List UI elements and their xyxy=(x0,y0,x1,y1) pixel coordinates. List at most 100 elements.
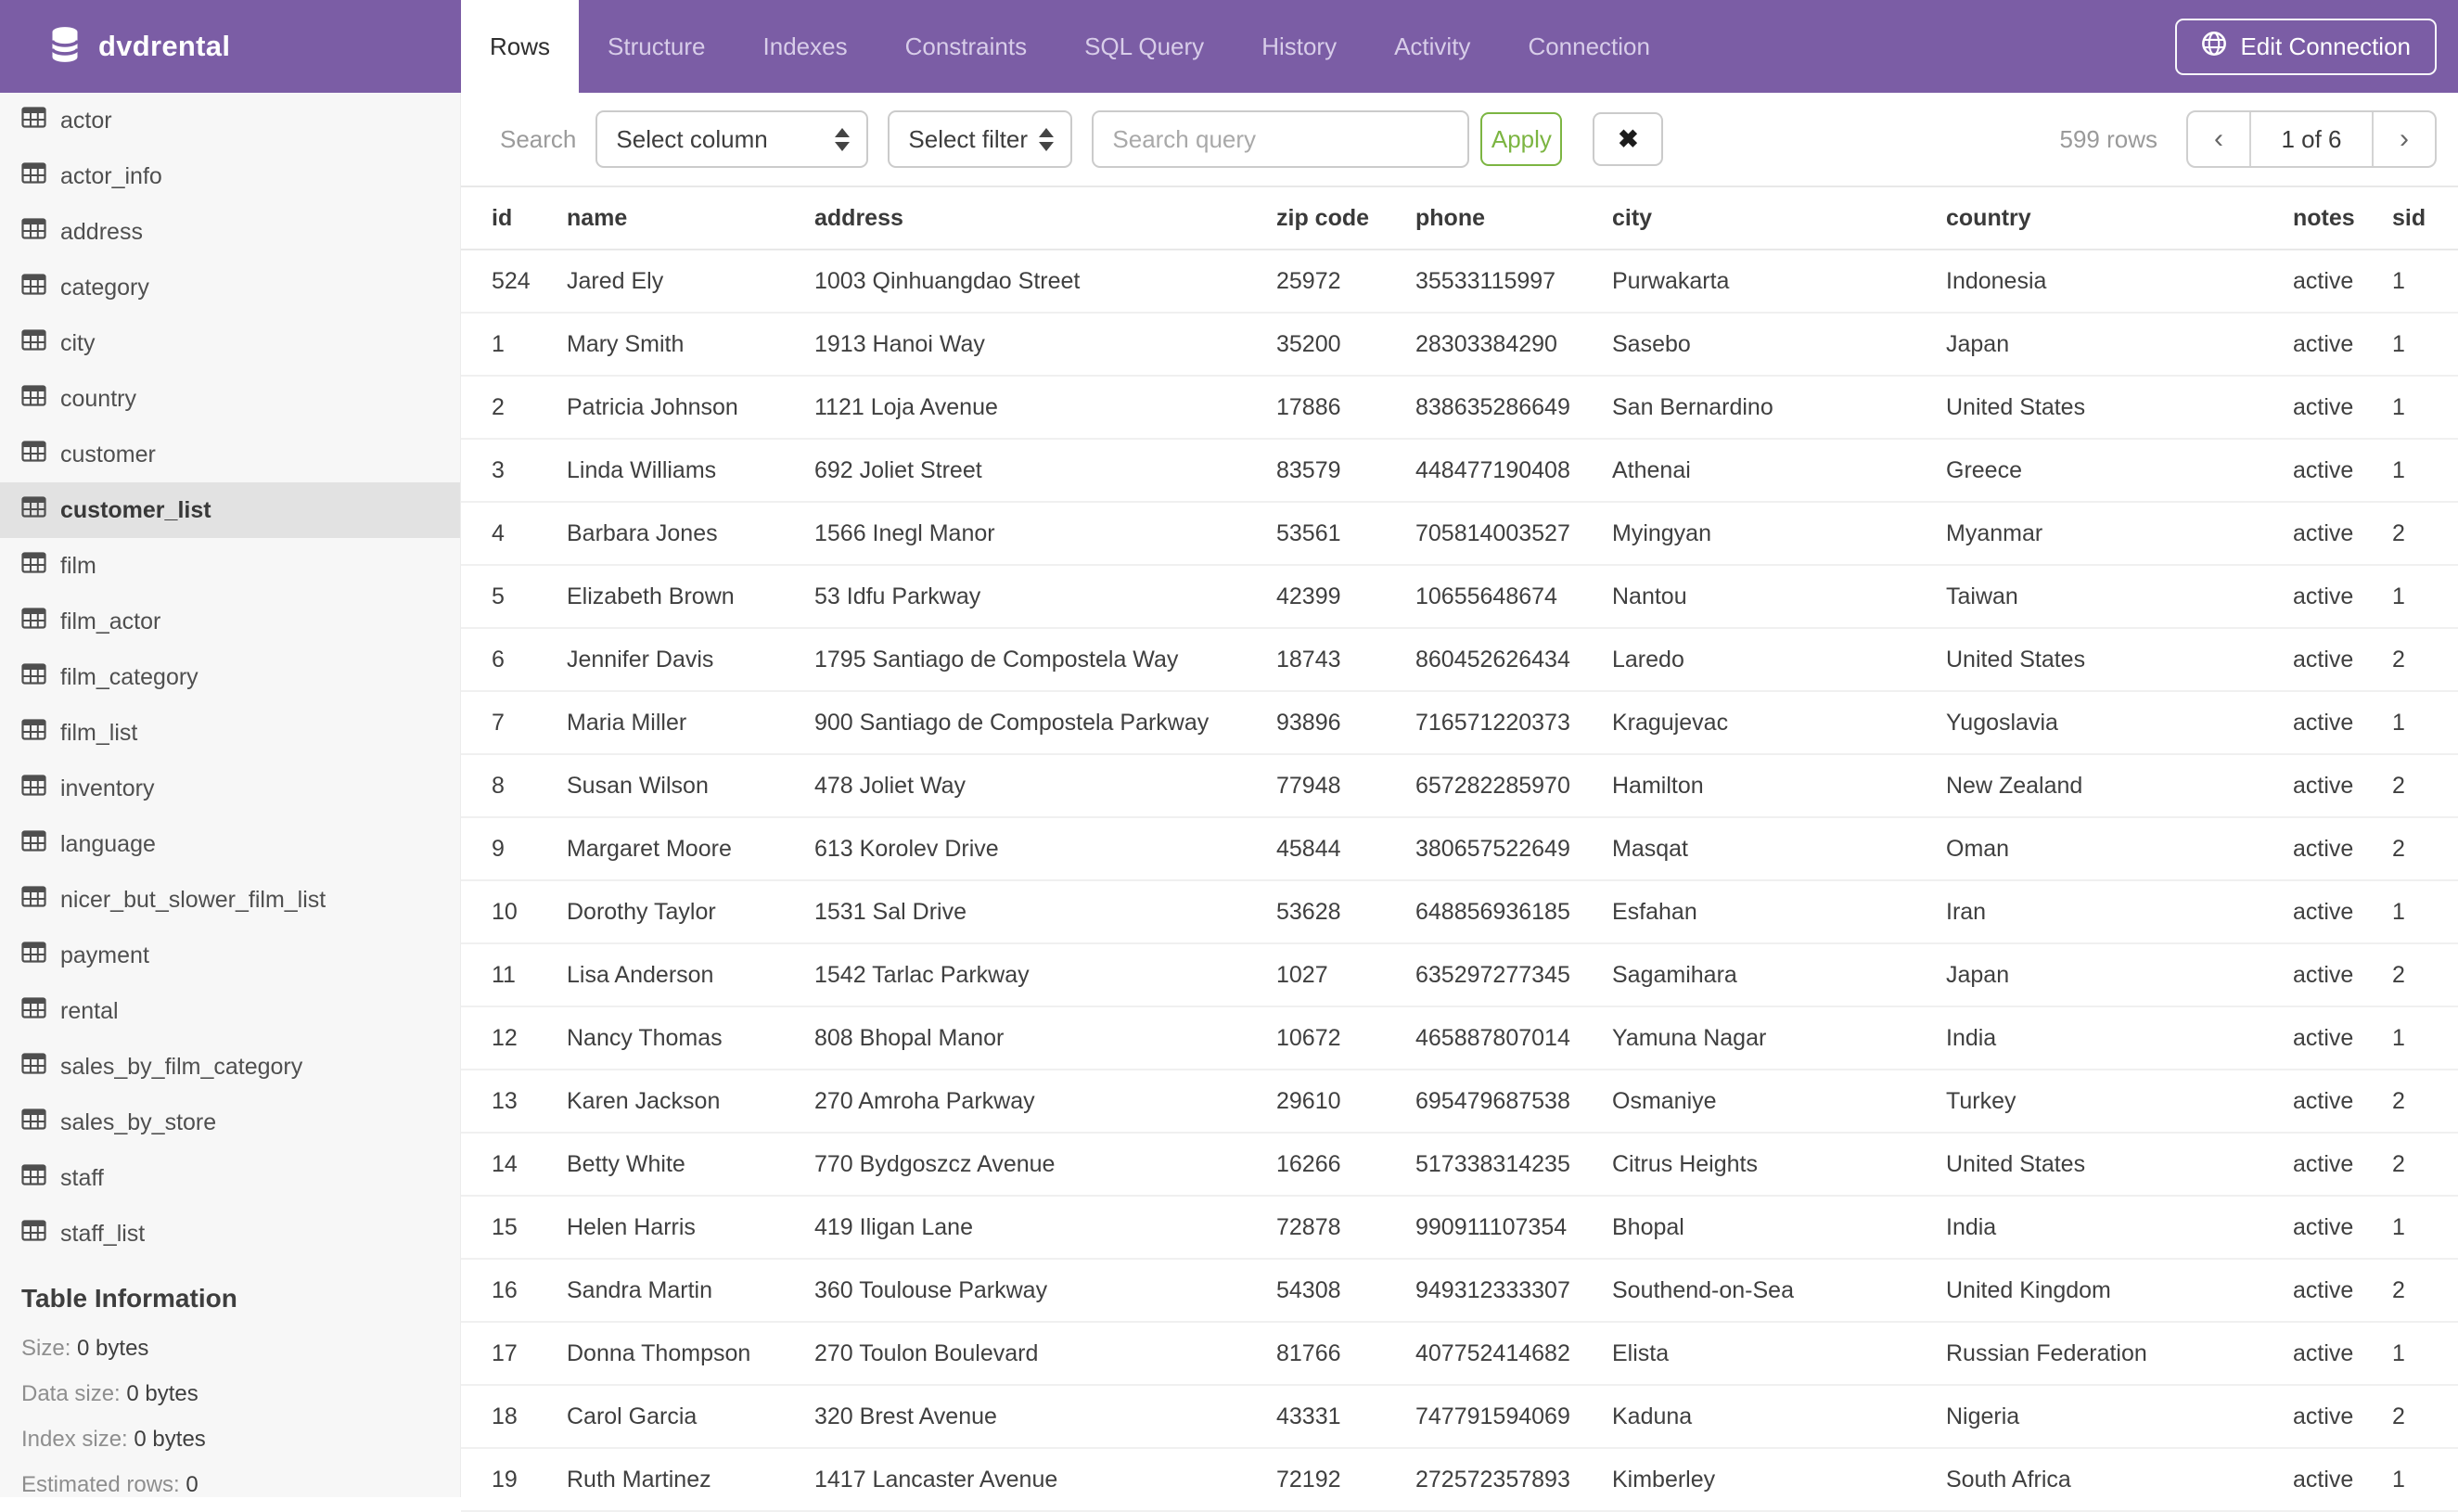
previous-page-button[interactable]: ‹ xyxy=(2188,112,2249,166)
table-cell: 5 xyxy=(461,565,567,628)
sidebar-item-actor_info[interactable]: actor_info xyxy=(0,148,460,204)
table-row[interactable]: 18Carol Garcia320 Brest Avenue4333174779… xyxy=(461,1385,2458,1448)
column-header-name[interactable]: name xyxy=(567,186,814,250)
table-row[interactable]: 5Elizabeth Brown53 Idfu Parkway423991065… xyxy=(461,565,2458,628)
table-cell: Turkey xyxy=(1946,1070,2293,1133)
tab-history[interactable]: History xyxy=(1233,0,1365,93)
table-cell: Oman xyxy=(1946,817,2293,880)
table-cell: 360 Toulouse Parkway xyxy=(814,1259,1276,1322)
sidebar-item-rental[interactable]: rental xyxy=(0,983,460,1039)
table-cell: 2 xyxy=(2392,1070,2458,1133)
tab-constraints[interactable]: Constraints xyxy=(877,0,1056,93)
table-cell: 517338314235 xyxy=(1415,1133,1612,1196)
column-header-notes[interactable]: notes xyxy=(2293,186,2392,250)
edit-connection-button[interactable]: Edit Connection xyxy=(2175,19,2437,75)
table-row[interactable]: 4Barbara Jones1566 Inegl Manor5356170581… xyxy=(461,502,2458,565)
table-cell: 17 xyxy=(461,1322,567,1385)
tab-activity[interactable]: Activity xyxy=(1365,0,1499,93)
column-header-id[interactable]: id xyxy=(461,186,567,250)
sidebar-item-nicer_but_slower_film_list[interactable]: nicer_but_slower_film_list xyxy=(0,872,460,928)
apply-button[interactable]: Apply xyxy=(1480,112,1562,166)
table-row[interactable]: 7Maria Miller900 Santiago de Compostela … xyxy=(461,691,2458,754)
table-cell: Southend-on-Sea xyxy=(1612,1259,1946,1322)
sidebar-item-country[interactable]: country xyxy=(0,371,460,427)
column-header-zip-code[interactable]: zip code xyxy=(1276,186,1415,250)
tab-connection[interactable]: Connection xyxy=(1499,0,1679,93)
table-grid-icon xyxy=(21,496,46,524)
table-cell: 419 Iligan Lane xyxy=(814,1196,1276,1259)
table-name-label: country xyxy=(60,386,136,413)
table-row[interactable]: 9Margaret Moore613 Korolev Drive45844380… xyxy=(461,817,2458,880)
column-header-city[interactable]: city xyxy=(1612,186,1946,250)
sidebar-item-staff[interactable]: staff xyxy=(0,1150,460,1206)
sidebar-item-customer[interactable]: customer xyxy=(0,427,460,482)
sidebar-item-category[interactable]: category xyxy=(0,260,460,315)
table-cell: 1121 Loja Avenue xyxy=(814,376,1276,439)
table-cell: 1 xyxy=(2392,313,2458,376)
filter-select[interactable]: Select filter xyxy=(888,110,1072,168)
clear-search-button[interactable]: ✖ xyxy=(1593,112,1663,166)
table-cell: 81766 xyxy=(1276,1322,1415,1385)
column-header-country[interactable]: country xyxy=(1946,186,2293,250)
sidebar-item-inventory[interactable]: inventory xyxy=(0,761,460,816)
table-cell: 8 xyxy=(461,754,567,817)
next-page-button[interactable]: › xyxy=(2374,112,2435,166)
brand: dvdrental xyxy=(48,0,230,93)
table-row[interactable]: 16Sandra Martin360 Toulouse Parkway54308… xyxy=(461,1259,2458,1322)
column-header-address[interactable]: address xyxy=(814,186,1276,250)
table-row[interactable]: 14Betty White770 Bydgoszcz Avenue1626651… xyxy=(461,1133,2458,1196)
table-name-label: address xyxy=(60,219,143,246)
table-row[interactable]: 524Jared Ely1003 Qinhuangdao Street25972… xyxy=(461,250,2458,313)
sidebar-item-language[interactable]: language xyxy=(0,816,460,872)
sidebar-item-staff_list[interactable]: staff_list xyxy=(0,1206,460,1262)
table-cell: 83579 xyxy=(1276,439,1415,502)
tab-structure[interactable]: Structure xyxy=(579,0,735,93)
table-row[interactable]: 12Nancy Thomas808 Bhopal Manor1067246588… xyxy=(461,1006,2458,1070)
tab-indexes[interactable]: Indexes xyxy=(735,0,877,93)
sidebar-item-film_category[interactable]: film_category xyxy=(0,649,460,705)
tab-rows[interactable]: Rows xyxy=(461,0,579,93)
table-cell: Sasebo xyxy=(1612,313,1946,376)
column-select[interactable]: Select column xyxy=(595,110,868,168)
tab-sql-query[interactable]: SQL Query xyxy=(1056,0,1233,93)
table-name-label: film_category xyxy=(60,664,198,691)
sidebar-item-film[interactable]: film xyxy=(0,538,460,594)
table-cell: 448477190408 xyxy=(1415,439,1612,502)
table-row[interactable]: 13Karen Jackson270 Amroha Parkway2961069… xyxy=(461,1070,2458,1133)
table-row[interactable]: 10Dorothy Taylor1531 Sal Drive5362864885… xyxy=(461,880,2458,943)
table-cell: active xyxy=(2293,754,2392,817)
sidebar-item-customer_list[interactable]: customer_list xyxy=(0,482,460,538)
table-information-panel: Table Information Size: 0 bytesData size… xyxy=(0,1262,460,1497)
column-header-phone[interactable]: phone xyxy=(1415,186,1612,250)
sidebar-item-address[interactable]: address xyxy=(0,204,460,260)
sidebar-item-film_actor[interactable]: film_actor xyxy=(0,594,460,649)
table-name-label: nicer_but_slower_film_list xyxy=(60,887,326,914)
table-row[interactable]: 6Jennifer Davis1795 Santiago de Composte… xyxy=(461,628,2458,691)
table-cell: 19 xyxy=(461,1448,567,1511)
table-grid-icon xyxy=(21,1220,46,1248)
sidebar-item-film_list[interactable]: film_list xyxy=(0,705,460,761)
search-query-input[interactable] xyxy=(1092,110,1469,168)
table-cell: Helen Harris xyxy=(567,1196,814,1259)
table-cell: Masqat xyxy=(1612,817,1946,880)
table-row[interactable]: 11Lisa Anderson1542 Tarlac Parkway102763… xyxy=(461,943,2458,1006)
sidebar-item-actor[interactable]: actor xyxy=(0,93,460,148)
table-row[interactable]: 15Helen Harris419 Iligan Lane72878990911… xyxy=(461,1196,2458,1259)
table-row[interactable]: 2Patricia Johnson1121 Loja Avenue1788683… xyxy=(461,376,2458,439)
table-row[interactable]: 19Ruth Martinez1417 Lancaster Avenue7219… xyxy=(461,1448,2458,1511)
sidebar-item-sales_by_film_category[interactable]: sales_by_film_category xyxy=(0,1039,460,1095)
table-row[interactable]: 3Linda Williams692 Joliet Street83579448… xyxy=(461,439,2458,502)
sidebar-item-payment[interactable]: payment xyxy=(0,928,460,983)
sidebar-item-sales_by_store[interactable]: sales_by_store xyxy=(0,1095,460,1150)
table-grid-icon xyxy=(21,441,46,468)
table-cell: active xyxy=(2293,1070,2392,1133)
table-row[interactable]: 17Donna Thompson270 Toulon Boulevard8176… xyxy=(461,1322,2458,1385)
table-cell: active xyxy=(2293,880,2392,943)
sidebar-item-city[interactable]: city xyxy=(0,315,460,371)
table-row[interactable]: 1Mary Smith1913 Hanoi Way352002830338429… xyxy=(461,313,2458,376)
table-row[interactable]: 8Susan Wilson478 Joliet Way7794865728228… xyxy=(461,754,2458,817)
table-cell: 1 xyxy=(461,313,567,376)
table-cell: Mary Smith xyxy=(567,313,814,376)
column-header-sid[interactable]: sid xyxy=(2392,186,2458,250)
table-cell: 2 xyxy=(461,376,567,439)
